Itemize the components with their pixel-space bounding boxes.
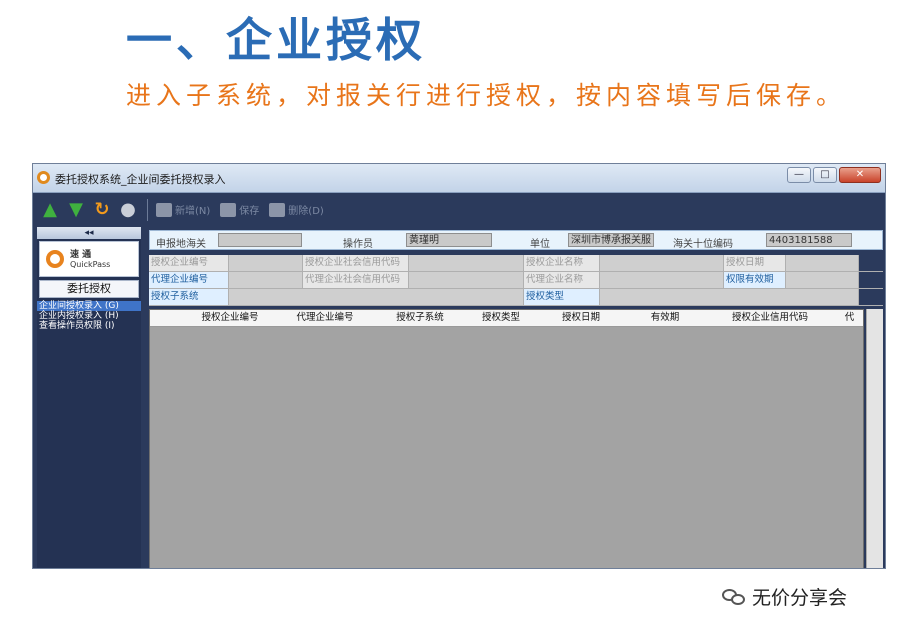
column-header[interactable]: 授权类型 (466, 310, 536, 326)
minimize-button[interactable]: — (787, 167, 811, 183)
page-heading: 一、企业授权 (126, 13, 426, 67)
arrow-up-icon[interactable]: ▲ (39, 199, 61, 221)
table-header: 授权企业编号 代理企业编号 授权子系统 授权类型 授权日期 有效期 授权企业信用… (150, 310, 863, 327)
validity-field[interactable] (786, 272, 859, 288)
vertical-scrollbar[interactable] (866, 309, 883, 568)
customs-code-field[interactable]: 4403181588 (766, 233, 852, 247)
toolbar-divider (147, 198, 148, 221)
operator-field[interactable]: 黄瑾明 (406, 233, 492, 247)
agent-no-label: 代理企业编号 (149, 272, 229, 288)
unit-label: 单位 (530, 239, 550, 250)
grid-row: 授权子系统 授权类型 (149, 289, 883, 306)
globe-icon[interactable]: ● (117, 199, 139, 221)
grantor-name-field[interactable] (600, 255, 724, 271)
grid-row: 代理企业编号 代理企业社会信用代码 代理企业名称 权限有效期 (149, 272, 883, 289)
arrow-down-icon[interactable]: ▼ (65, 199, 87, 221)
customs-field[interactable] (218, 233, 302, 247)
refresh-icon[interactable]: ↻ (91, 199, 113, 221)
detail-grid: 授权企业编号 授权企业社会信用代码 授权企业名称 授权日期 代理企业编号 代理企… (149, 255, 883, 306)
logo-text: 速 通 QuickPass (70, 250, 110, 269)
column-header[interactable]: 代 (836, 310, 863, 326)
column-header[interactable]: 授权企业信用代码 (704, 310, 836, 326)
column-header[interactable]: 授权企业编号 (184, 310, 276, 326)
delete-icon (269, 202, 286, 217)
logo-en: QuickPass (70, 259, 111, 269)
new-label: 新增(N) (175, 206, 211, 217)
grant-date-field[interactable] (786, 255, 859, 271)
instruction-text: 进入子系统，对报关行进行授权，按内容填写后保存。 (126, 81, 847, 110)
agent-name-label: 代理企业名称 (524, 272, 600, 288)
new-icon (156, 202, 172, 217)
window-controls: — □ ✕ (787, 167, 881, 183)
delete-button[interactable]: 删除(D) (269, 202, 324, 217)
grantor-no-field[interactable] (229, 255, 303, 271)
logo-cn: 速 通 (70, 249, 92, 260)
logo: 速 通 QuickPass (39, 241, 139, 277)
new-button[interactable]: 新增(N) (156, 202, 210, 217)
grantor-name-label: 授权企业名称 (524, 255, 600, 271)
sidebar-section-title[interactable]: 委托授权 (39, 280, 139, 298)
header-info-row: 申报地海关 操作员 黄瑾明 单位 深圳市博承报关服 海关十位编码 4403181… (149, 230, 883, 250)
subsystem-field[interactable] (229, 289, 524, 305)
save-icon (220, 202, 237, 217)
customs-code-label: 海关十位编码 (673, 239, 733, 250)
logo-icon (46, 250, 64, 268)
app-icon (37, 171, 50, 184)
grantor-no-label: 授权企业编号 (149, 255, 229, 271)
chat-bubble-icon (722, 587, 746, 607)
column-header[interactable]: 授权日期 (536, 310, 626, 326)
delete-label: 删除(D) (288, 206, 324, 217)
agent-no-field[interactable] (229, 272, 303, 288)
watermark-text: 无价分享会 (752, 587, 848, 609)
operator-label: 操作员 (343, 239, 373, 250)
watermark: 无价分享会 (722, 583, 847, 610)
customs-label: 申报地海关 (156, 239, 206, 250)
entry-form: 申报地海关 操作员 黄瑾明 单位 深圳市博承报关服 海关十位编码 4403181… (149, 230, 883, 306)
grant-type-label: 授权类型 (524, 289, 600, 305)
maximize-button[interactable]: □ (813, 167, 837, 183)
validity-label: 权限有效期 (724, 272, 786, 288)
grantor-credit-label: 授权企业社会信用代码 (303, 255, 409, 271)
sidebar-item-intra-company[interactable]: 企业内授权录入 (H) (37, 311, 141, 321)
column-header[interactable]: 有效期 (626, 310, 704, 326)
window-title: 委托授权系统_企业间委托授权录入 (55, 173, 226, 186)
authorization-table: 授权企业编号 代理企业编号 授权子系统 授权类型 授权日期 有效期 授权企业信用… (149, 309, 864, 568)
collapse-sidebar-button[interactable]: ◂◂ (37, 227, 141, 239)
window-titlebar: 委托授权系统_企业间委托授权录入 — □ ✕ (33, 164, 885, 193)
unit-field[interactable]: 深圳市博承报关服 (568, 233, 654, 247)
toolbar: ▲ ▼ ↻ ● 新增(N) 保存 删除(D) (33, 193, 885, 226)
save-button[interactable]: 保存 (220, 202, 259, 217)
agent-name-field[interactable] (600, 272, 724, 288)
column-header[interactable]: 代理企业编号 (276, 310, 374, 326)
save-label: 保存 (239, 206, 260, 217)
app-window: 委托授权系统_企业间委托授权录入 — □ ✕ ▲ ▼ ↻ ● 新增(N) 保存 … (32, 163, 886, 569)
sidebar-item-operator-permissions[interactable]: 查看操作员权限 (I) (37, 321, 141, 331)
close-button[interactable]: ✕ (839, 167, 881, 183)
sidebar-item-inter-company[interactable]: 企业间授权录入 (G) (37, 301, 141, 311)
grid-row: 授权企业编号 授权企业社会信用代码 授权企业名称 授权日期 (149, 255, 883, 272)
grant-date-label: 授权日期 (724, 255, 786, 271)
grantor-credit-field[interactable] (409, 255, 524, 271)
subsystem-label: 授权子系统 (149, 289, 229, 305)
agent-credit-label: 代理企业社会信用代码 (303, 272, 409, 288)
sidebar: ◂◂ 速 通 QuickPass 委托授权 企业间授权录入 (G) 企业内授权录… (37, 227, 141, 568)
grant-type-field[interactable] (600, 289, 859, 305)
row-selector-header (150, 310, 184, 326)
agent-credit-field[interactable] (409, 272, 524, 288)
column-header[interactable]: 授权子系统 (374, 310, 466, 326)
